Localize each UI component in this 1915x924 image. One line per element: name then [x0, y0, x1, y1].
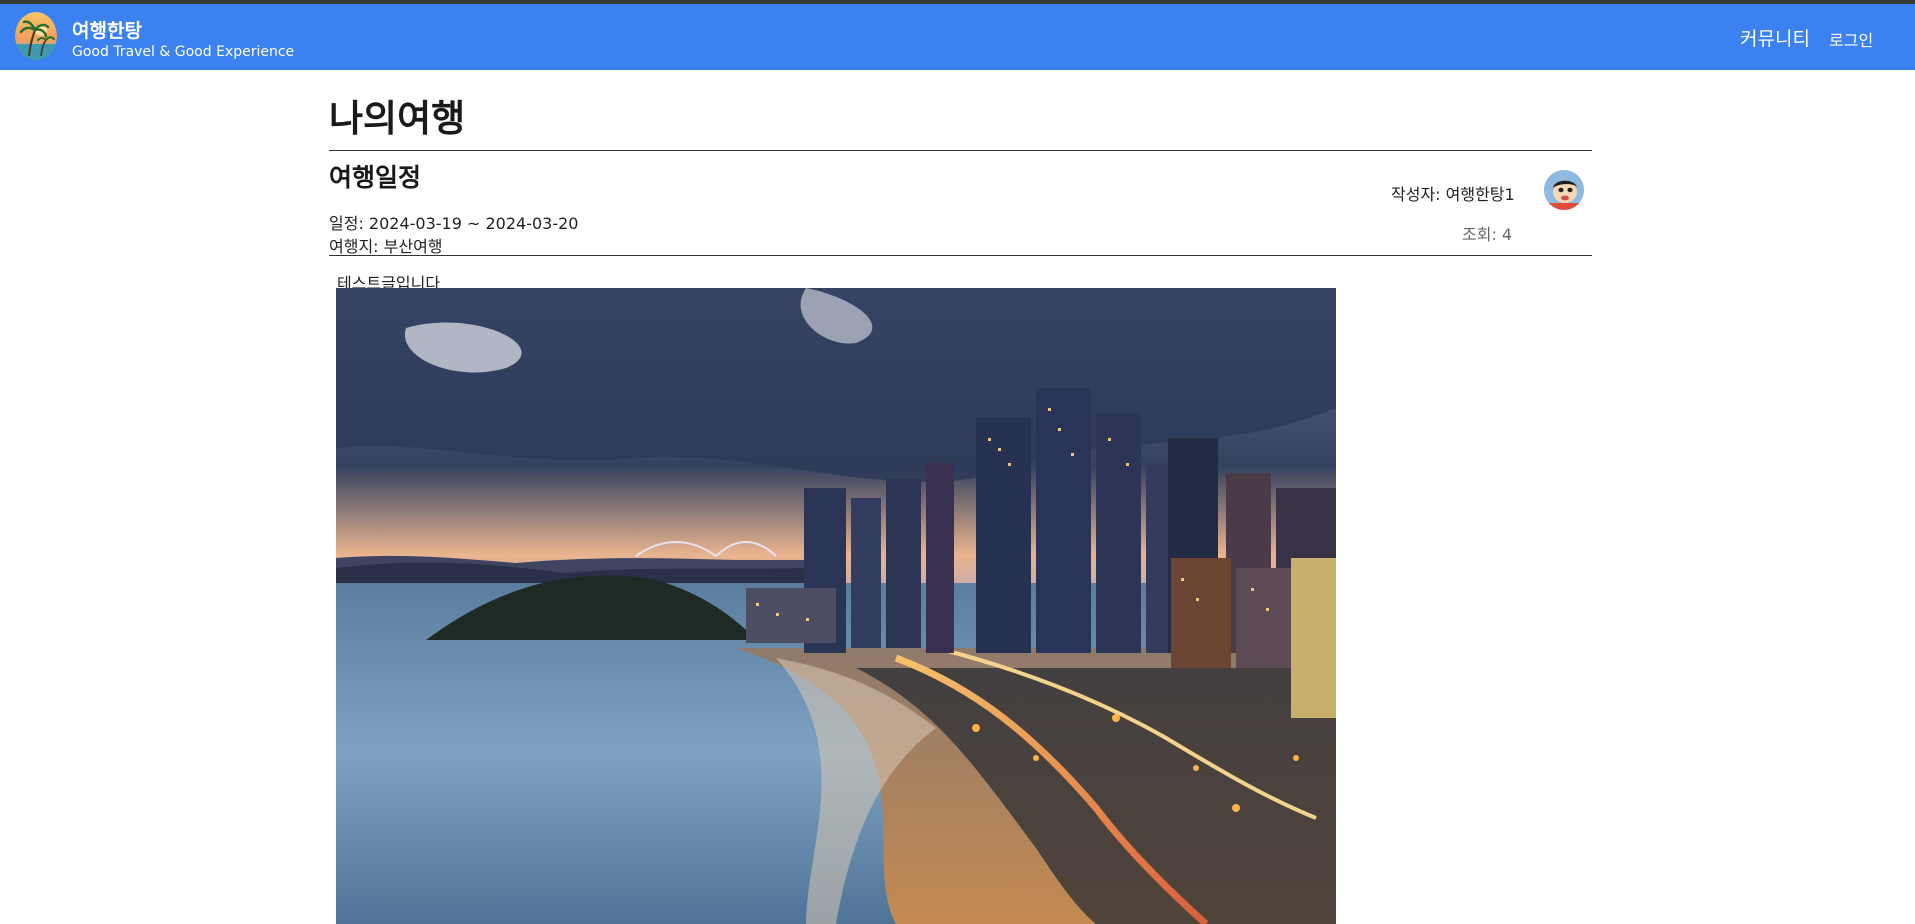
user-avatar-icon[interactable] — [1544, 170, 1584, 210]
nav-community-link[interactable]: 커뮤니티 — [1740, 24, 1810, 51]
post-photo — [336, 288, 1336, 924]
section-title: 여행일정 — [329, 163, 422, 192]
trip-destination: 여행지: 부산여행 — [329, 237, 443, 256]
info-divider — [329, 255, 1592, 256]
nav-login-link[interactable]: 로그인 — [1829, 27, 1873, 51]
title-divider — [329, 150, 1592, 151]
palm-tree-logo-icon[interactable] — [15, 12, 57, 60]
page-title: 나의여행 — [329, 97, 466, 140]
post-author: 작성자: 여행한탕1 — [1391, 185, 1515, 204]
view-count: 조회: 4 — [1462, 225, 1513, 244]
trip-schedule: 일정: 2024-03-19 ~ 2024-03-20 — [329, 214, 579, 233]
navbar: 여행한탕 Good Travel & Good Experience 커뮤니티 … — [0, 4, 1915, 70]
brand-subtitle: Good Travel & Good Experience — [72, 44, 295, 60]
brand-title[interactable]: 여행한탕 — [72, 16, 142, 43]
